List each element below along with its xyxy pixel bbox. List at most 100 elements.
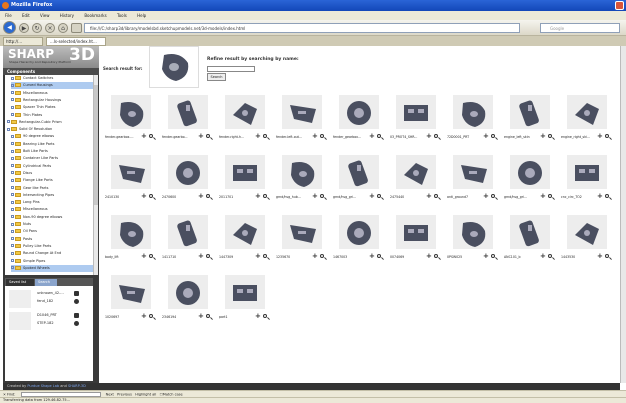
add-icon[interactable]: + (312, 192, 318, 200)
expand-icon[interactable] (7, 120, 10, 124)
expand-icon[interactable] (11, 76, 14, 80)
tree-item[interactable]: Thin Plates (11, 112, 93, 119)
model-thumbnail[interactable] (111, 95, 151, 129)
search-input[interactable]: Google (540, 23, 620, 33)
result-card[interactable]: engine_right_ski... + (559, 92, 615, 150)
add-icon[interactable]: + (483, 252, 489, 260)
zoom-icon[interactable] (491, 134, 495, 138)
zoom-icon[interactable] (434, 134, 438, 138)
zoom-icon[interactable] (434, 254, 438, 258)
delete-icon[interactable] (74, 313, 79, 318)
model-thumbnail[interactable] (453, 155, 493, 189)
expand-icon[interactable] (11, 222, 14, 226)
result-card[interactable]: engine_left_skin + (502, 92, 558, 150)
expand-icon[interactable] (11, 244, 14, 248)
result-card[interactable]: fender_gearbox... + (331, 92, 387, 150)
scroll-thumb[interactable] (94, 85, 98, 205)
model-thumbnail[interactable] (168, 215, 208, 249)
add-icon[interactable]: + (540, 132, 546, 140)
expand-icon[interactable] (11, 91, 14, 95)
expand-icon[interactable] (11, 156, 14, 160)
zoom-icon[interactable] (263, 314, 267, 318)
result-card[interactable]: 2410130 + (103, 152, 159, 210)
result-card[interactable]: 1020697 + (103, 272, 159, 330)
expand-icon[interactable] (11, 266, 14, 270)
expand-icon[interactable] (11, 134, 14, 138)
result-card[interactable]: grnd/hsg_hub... + (274, 152, 330, 210)
add-icon[interactable]: + (255, 312, 261, 320)
search-button[interactable]: Search (207, 73, 226, 81)
add-icon[interactable]: + (540, 252, 546, 260)
menu-help[interactable]: Help (137, 13, 146, 18)
model-thumbnail[interactable] (282, 215, 322, 249)
zoom-icon[interactable] (206, 194, 210, 198)
add-icon[interactable]: + (369, 252, 375, 260)
back-button[interactable]: ◀ (3, 21, 16, 34)
tree-item[interactable]: Rectangular-Cubic Prism (7, 119, 93, 126)
expand-icon[interactable] (11, 193, 14, 197)
model-thumbnail[interactable] (225, 275, 265, 309)
model-thumbnail[interactable] (453, 215, 493, 249)
add-icon[interactable]: + (198, 312, 204, 320)
zoom-icon[interactable] (74, 321, 79, 326)
zoom-icon[interactable] (320, 254, 324, 258)
forward-button[interactable]: ▶ (19, 23, 29, 33)
expand-icon[interactable] (11, 207, 14, 211)
result-card[interactable]: 1467003 + (331, 212, 387, 270)
menu-bookmarks[interactable]: Bookmarks (84, 13, 106, 18)
footer-link-2[interactable]: SHARP-3D (68, 384, 86, 388)
model-thumbnail[interactable] (567, 95, 607, 129)
expand-icon[interactable] (11, 83, 14, 87)
tree-item[interactable]: Bolt Like Parts (11, 148, 93, 155)
zoom-icon[interactable] (320, 194, 324, 198)
delete-icon[interactable] (74, 291, 79, 296)
tree-item[interactable]: Spacer Thin Plates (11, 104, 93, 111)
zoom-icon[interactable] (74, 299, 79, 304)
add-icon[interactable]: + (312, 252, 318, 260)
reload-button[interactable]: ↻ (32, 23, 42, 33)
add-icon[interactable]: + (255, 192, 261, 200)
expand-icon[interactable] (11, 171, 14, 175)
add-icon[interactable]: + (597, 192, 603, 200)
add-icon[interactable]: + (540, 192, 546, 200)
zoom-icon[interactable] (149, 314, 153, 318)
tree-item[interactable]: Cylindrical Parts (11, 163, 93, 170)
tree-item[interactable]: Discs (11, 170, 93, 177)
saved-item-thumbnail[interactable] (9, 290, 31, 308)
tree-item[interactable]: Intersecting Pipes (11, 192, 93, 199)
tree-item[interactable]: Rectangular Housings (11, 97, 93, 104)
result-card[interactable]: grnd/hsg_gri... + (331, 152, 387, 210)
add-icon[interactable]: + (483, 132, 489, 140)
zoom-icon[interactable] (548, 134, 552, 138)
tree-item[interactable]: Spoked Wheels (11, 264, 93, 272)
result-card[interactable]: 72D0001_PRT + (445, 92, 501, 150)
zoom-icon[interactable] (491, 254, 495, 258)
model-thumbnail[interactable] (111, 215, 151, 249)
expand-icon[interactable] (11, 259, 14, 262)
highlight-all[interactable]: Highlight all (135, 393, 156, 397)
add-icon[interactable]: + (141, 312, 147, 320)
tree-item[interactable]: Posts (11, 236, 93, 243)
model-thumbnail[interactable] (282, 155, 322, 189)
add-icon[interactable]: + (255, 252, 261, 260)
menu-history[interactable]: History (60, 13, 74, 18)
model-thumbnail[interactable] (396, 215, 436, 249)
expand-icon[interactable] (11, 164, 14, 168)
result-card[interactable]: 2011701 + (217, 152, 273, 210)
result-card[interactable]: 1443530 + (559, 212, 615, 270)
menu-tools[interactable]: Tools (117, 13, 127, 18)
expand-icon[interactable] (11, 113, 14, 116)
result-card[interactable]: 03_PROT4_SHR... + (388, 92, 444, 150)
model-thumbnail[interactable] (396, 155, 436, 189)
zoom-icon[interactable] (149, 254, 153, 258)
find-previous[interactable]: Previous (117, 393, 132, 397)
expand-icon[interactable] (11, 229, 14, 233)
add-icon[interactable]: + (483, 192, 489, 200)
add-icon[interactable]: + (198, 192, 204, 200)
result-card[interactable]: fender-gearbo... + (160, 92, 216, 150)
add-icon[interactable]: + (198, 252, 204, 260)
result-card[interactable]: 1447309 + (217, 212, 273, 270)
tree-item[interactable]: Gear like Parts (11, 185, 93, 192)
model-thumbnail[interactable] (168, 275, 208, 309)
expand-icon[interactable] (11, 215, 14, 219)
